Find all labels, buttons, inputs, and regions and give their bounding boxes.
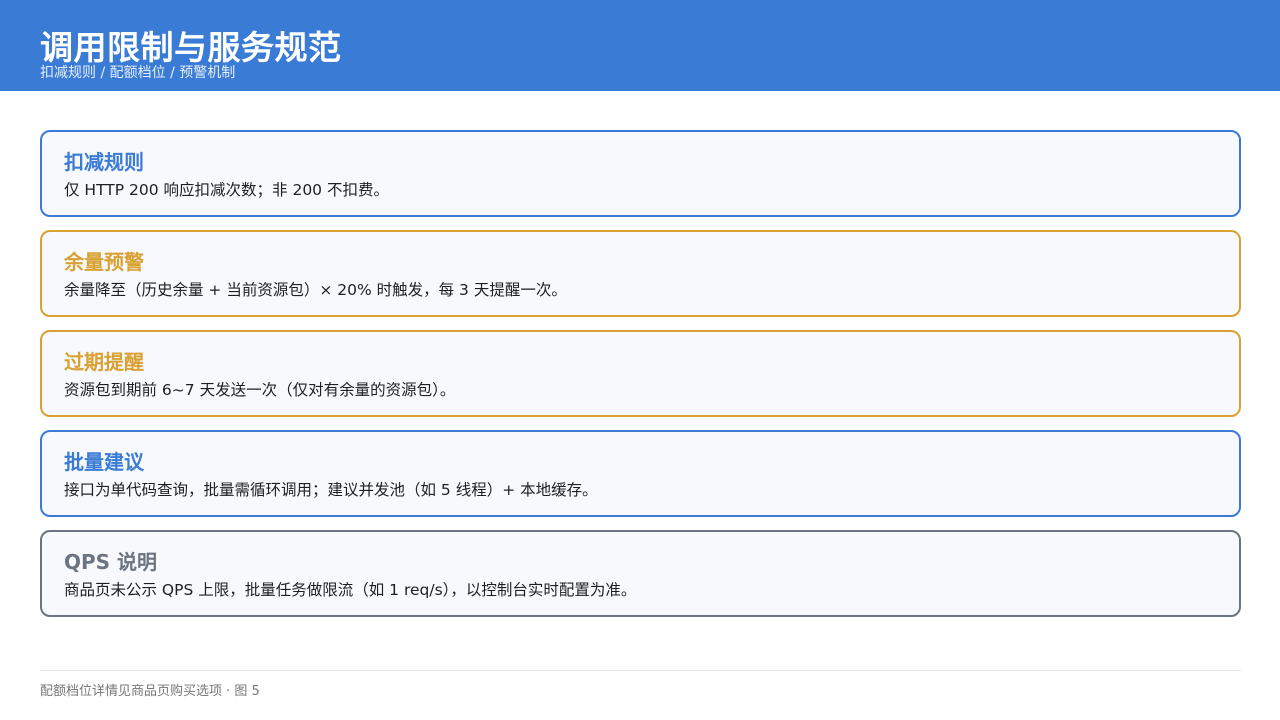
footer-divider bbox=[40, 670, 1241, 671]
card-title: 余量预警 bbox=[64, 250, 144, 274]
card-expiry-reminder: 过期提醒 资源包到期前 6~7 天发送一次（仅对有余量的资源包）。 bbox=[40, 330, 1241, 417]
page-title: 调用限制与服务规范 bbox=[40, 28, 342, 67]
card-deduction-rule: 扣减规则 仅 HTTP 200 响应扣减次数；非 200 不扣费。 bbox=[40, 130, 1241, 217]
card-title: 过期提醒 bbox=[64, 350, 144, 374]
card-title: 扣减规则 bbox=[64, 150, 144, 174]
header-banner: 调用限制与服务规范 扣减规则 / 配额档位 / 预警机制 bbox=[0, 0, 1280, 91]
rule-card-list: 扣减规则 仅 HTTP 200 响应扣减次数；非 200 不扣费。 余量预警 余… bbox=[40, 130, 1241, 630]
card-text: 商品页未公示 QPS 上限，批量任务做限流（如 1 req/s），以控制台实时配… bbox=[64, 581, 637, 599]
card-text: 仅 HTTP 200 响应扣减次数；非 200 不扣费。 bbox=[64, 181, 389, 199]
card-batch-suggestion: 批量建议 接口为单代码查询，批量需循环调用；建议并发池（如 5 线程）+ 本地缓… bbox=[40, 430, 1241, 517]
card-qps-note: QPS 说明 商品页未公示 QPS 上限，批量任务做限流（如 1 req/s），… bbox=[40, 530, 1241, 617]
card-text: 余量降至（历史余量 + 当前资源包）× 20% 时触发，每 3 天提醒一次。 bbox=[64, 281, 567, 299]
footer-note: 配额档位详情见商品页购买选项 · 图 5 bbox=[40, 684, 260, 699]
page-subtitle: 扣减规则 / 配额档位 / 预警机制 bbox=[40, 65, 236, 81]
card-title: 批量建议 bbox=[64, 450, 144, 474]
card-text: 资源包到期前 6~7 天发送一次（仅对有余量的资源包）。 bbox=[64, 381, 456, 399]
card-title: QPS 说明 bbox=[64, 550, 158, 574]
card-text: 接口为单代码查询，批量需循环调用；建议并发池（如 5 线程）+ 本地缓存。 bbox=[64, 481, 598, 499]
card-balance-warning: 余量预警 余量降至（历史余量 + 当前资源包）× 20% 时触发，每 3 天提醒… bbox=[40, 230, 1241, 317]
